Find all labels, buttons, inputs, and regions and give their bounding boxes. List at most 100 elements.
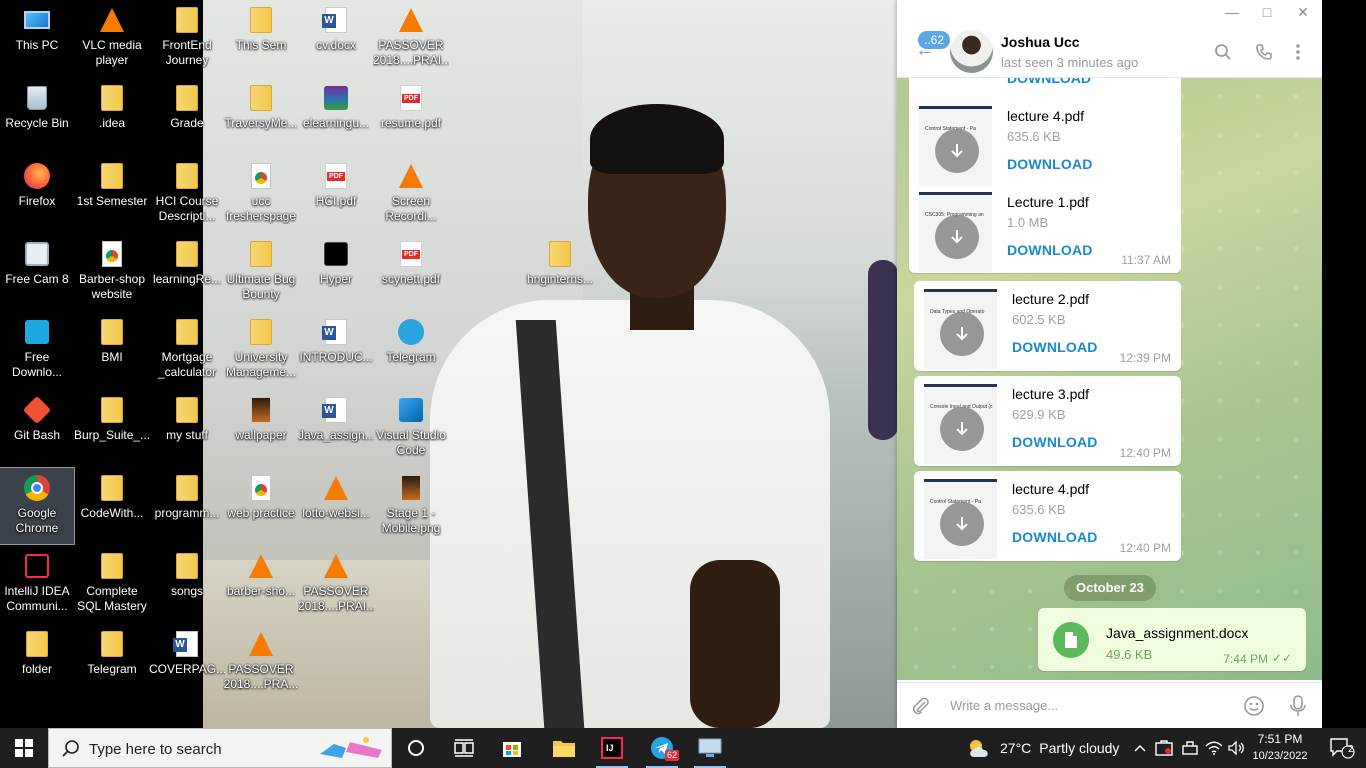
attach-icon[interactable] (909, 694, 933, 718)
desktop-icon[interactable]: hnginterns... (523, 234, 597, 310)
desktop-icon[interactable]: Hyper (299, 234, 373, 310)
desktop-icon[interactable]: BMI (75, 312, 149, 388)
system-clock[interactable]: 7:51 PM 10/23/2022 (1248, 731, 1312, 764)
pdf-thumbnail[interactable]: Control Statement - Pa (924, 479, 997, 559)
wifi-icon[interactable] (1202, 728, 1226, 768)
maximize-icon[interactable]: □ (1255, 2, 1279, 22)
desktop-icon[interactable]: University Manageme... (224, 312, 298, 388)
download-arrow-icon[interactable] (940, 502, 984, 546)
emoji-icon[interactable] (1242, 694, 1266, 718)
desktop-icon[interactable]: Mortgage _calculator (150, 312, 224, 388)
desktop-icon[interactable]: Complete SQL Mastery (75, 546, 149, 622)
volume-icon[interactable] (1226, 728, 1248, 768)
desktop-icon[interactable]: VLC media player (75, 0, 149, 76)
security-icon[interactable] (1152, 728, 1176, 768)
pdf-thumbnail[interactable]: Control Statement - Pa (919, 106, 992, 186)
desktop-icon[interactable]: Barber-shop website (75, 234, 149, 310)
message-input[interactable]: Write a message... (950, 698, 1058, 713)
avatar[interactable] (950, 30, 993, 73)
minimize-icon[interactable]: — (1220, 2, 1244, 22)
desktop-icon[interactable]: This PC (0, 0, 74, 76)
task-view-button[interactable] (440, 728, 488, 768)
desktop-icon[interactable]: .idea (75, 78, 149, 154)
download-arrow-icon[interactable] (935, 129, 979, 173)
notification-center-button[interactable]: 2 (1322, 728, 1362, 768)
phone-call-icon[interactable] (1253, 41, 1275, 63)
start-button[interactable] (0, 728, 48, 768)
desktop-icon[interactable]: Ultimate Bug Bounty (224, 234, 298, 310)
outgoing-file-message[interactable]: Java_assignment.docx 49.6 KB 7:44 PM ✓✓ (1038, 608, 1306, 671)
more-options-icon[interactable] (1287, 41, 1309, 63)
pdf-thumbnail[interactable]: Console Input and Output (c (924, 384, 997, 464)
desktop-icon[interactable]: folder (0, 624, 74, 700)
pdf-thumbnail[interactable]: CSC305: Programming an (919, 192, 992, 272)
document-icon[interactable] (1053, 622, 1089, 658)
desktop-icon[interactable]: learningRe... (150, 234, 224, 310)
desktop-icon[interactable]: TraversyMe... (224, 78, 298, 154)
search-icon[interactable] (1212, 41, 1234, 63)
desktop-icon[interactable]: Recycle Bin (0, 78, 74, 154)
desktop-icon[interactable]: HCI Course Descripti... (150, 156, 224, 232)
desktop-icon[interactable]: Google Chrome (0, 467, 75, 545)
download-link[interactable]: DOWNLOAD (1012, 339, 1098, 355)
taskbar-intellij[interactable]: IJ (588, 728, 636, 768)
download-link[interactable]: DOWNLOAD (1007, 242, 1093, 258)
download-link[interactable]: DOWNLOAD (1007, 156, 1093, 172)
desktop-icon[interactable]: 1st Semester (75, 156, 149, 232)
contact-name[interactable]: Joshua Ucc (1001, 34, 1080, 50)
desktop-icon[interactable]: Burp_Suite_... (74, 390, 150, 466)
desktop-icon[interactable]: my stuff (150, 390, 224, 466)
desktop-icon[interactable]: This Sem (224, 0, 298, 76)
desktop-icon[interactable]: lotto-websi... (299, 468, 373, 544)
desktop-icon[interactable]: PASSOVER 2018....PRAI... (373, 0, 449, 76)
weather-widget[interactable]: 27°C Partly cloudy (966, 728, 1119, 768)
desktop-icon[interactable]: elearningu... (299, 78, 373, 154)
desktop-icon[interactable]: FrontEnd Journey (150, 0, 224, 76)
desktop-icon[interactable]: Git Bash (0, 390, 74, 466)
desktop-icon[interactable]: PASSOVER 2018....PRA... (224, 624, 298, 700)
download-arrow-icon[interactable] (935, 215, 979, 259)
desktop-icon[interactable]: cv.docx (299, 0, 373, 76)
title-bar[interactable]: — □ ✕ (897, 0, 1322, 24)
desktop-icon[interactable]: Stage 1 - Mobile.png (374, 468, 448, 544)
desktop-icon[interactable]: resume.pdf (374, 78, 448, 154)
desktop-icon[interactable]: scynett.pdf (374, 234, 448, 310)
desktop-icon[interactable]: barber-sho... (224, 546, 298, 622)
pdf-thumbnail[interactable]: Data Types and Operato (924, 289, 997, 369)
desktop-icon[interactable]: Telegram (75, 624, 149, 700)
desktop-icon[interactable]: INTRODUC... (299, 312, 373, 388)
taskbar-file-explorer[interactable] (540, 728, 588, 768)
desktop-icon[interactable]: wallpaper (224, 390, 298, 466)
taskbar-telegram[interactable]: 62 (638, 728, 686, 768)
search-highlight-illustration[interactable] (316, 734, 388, 764)
desktop-icon[interactable]: Screen Recordi... (374, 156, 448, 232)
download-arrow-icon[interactable] (940, 407, 984, 451)
show-hidden-icons-chevron-icon[interactable] (1130, 728, 1150, 768)
desktop-icon[interactable]: HCI.pdf (299, 156, 373, 232)
desktop-icon[interactable]: CodeWith... (75, 468, 149, 544)
file-message[interactable]: Control Statement - Pa lecture 4.pdf 635… (919, 106, 1169, 192)
task-view-button[interactable] (392, 728, 440, 768)
download-arrow-icon[interactable] (940, 312, 984, 356)
download-link[interactable]: DOWNLOAD (1012, 434, 1098, 450)
chat-messages-area[interactable]: DOWNLOAD Control Statement - Pa lecture … (897, 78, 1322, 680)
desktop-icon[interactable]: COVERPAG... (149, 624, 225, 700)
desktop-icon[interactable]: IntelliJ IDEA Communi... (0, 546, 74, 622)
taskbar-remote-desktop[interactable] (686, 728, 734, 768)
download-link[interactable]: DOWNLOAD (1012, 529, 1098, 545)
desktop-icon[interactable]: Firefox (0, 156, 74, 232)
desktop-icon[interactable]: web practice (224, 468, 298, 544)
desktop-icon[interactable]: Grade (150, 78, 224, 154)
download-link[interactable]: DOWNLOAD (1007, 78, 1091, 86)
desktop-icon[interactable]: Free Downlo... (0, 312, 74, 388)
desktop-icon[interactable]: ucc fresherspage (224, 156, 298, 232)
close-icon[interactable]: ✕ (1291, 2, 1315, 22)
desktop-icon[interactable]: Free Cam 8 (0, 234, 74, 310)
desktop-icon[interactable]: Java_assign... (298, 390, 374, 466)
desktop-icon[interactable]: PASSOVER 2018....PRAI... (298, 546, 374, 622)
desktop-icon[interactable]: songs (150, 546, 224, 622)
desktop-icon[interactable]: Telegram (374, 312, 448, 388)
desktop-icon[interactable]: Visual Studio Code (374, 390, 448, 466)
network-adapter-icon[interactable] (1178, 728, 1202, 768)
desktop-icon[interactable]: programm... (150, 468, 224, 544)
